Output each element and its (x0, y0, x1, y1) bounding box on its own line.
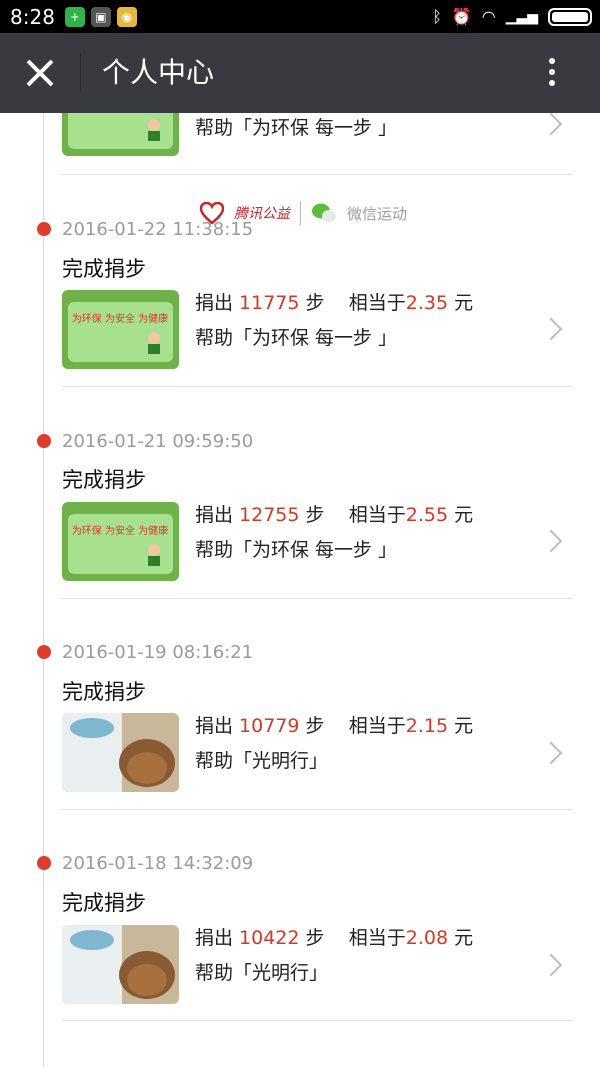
timeline-dot (37, 856, 51, 870)
entry-title: 完成捐步 (62, 257, 146, 281)
amount-value: 2.15 (405, 715, 449, 737)
project-thumbnail[interactable] (62, 925, 179, 1004)
app-notification-icon: + (64, 6, 85, 27)
entry-date: 2016-01-21 09:59:50 (62, 431, 254, 452)
project-thumbnail[interactable] (62, 713, 179, 792)
help-project-text: 帮助「为环保 每一步 」 (195, 327, 398, 349)
signal-icon: ▁▃▅ (505, 8, 538, 25)
help-project-text: 帮助「光明行」 (195, 750, 329, 772)
donation-summary: 捐出 10422 步 相当于2.08 元 (195, 927, 474, 949)
status-bar: 8:28 + ▣ ◉ ᛒ ⏰ ◠ ▁▃▅ (0, 0, 600, 33)
donation-summary: 捐出 11775 步 相当于2.35 元 (195, 292, 474, 314)
project-thumbnail[interactable]: 为环保 为安全 为健康 (62, 290, 179, 369)
project-thumbnail[interactable]: 为环保 为安全 为健康 (62, 502, 179, 581)
steps-value: 10422 (239, 927, 300, 949)
title-bar: 个人中心 (0, 33, 600, 113)
alarm-icon: ⏰ (451, 7, 472, 26)
chevron-right-icon[interactable] (539, 317, 563, 341)
chevron-right-icon[interactable] (539, 529, 563, 553)
divider (62, 386, 573, 387)
timeline-dot (37, 434, 51, 448)
amount-value: 2.55 (405, 504, 449, 526)
more-menu-icon[interactable] (540, 53, 564, 97)
entry-title: 完成捐步 (62, 680, 146, 704)
battery-icon (548, 7, 592, 26)
amount-value: 2.08 (405, 927, 449, 949)
notification-icon: ▣ (90, 6, 111, 27)
help-project-text: 帮助「为环保 每一步 」 (195, 539, 398, 561)
divider (62, 174, 573, 175)
divider (62, 809, 573, 810)
wechat-icon (312, 203, 336, 222)
logo-divider (300, 201, 301, 225)
timeline-dot (37, 222, 51, 236)
entry-date: 2016-01-22 11:38:15 (62, 219, 254, 240)
timeline-dot (37, 645, 51, 659)
help-project-text: 帮助「为环保 每一步 」 (195, 117, 398, 139)
steps-value: 12755 (239, 504, 300, 526)
amount-value: 2.35 (405, 292, 449, 314)
status-time: 8:28 (10, 4, 55, 29)
chevron-right-icon[interactable] (539, 113, 563, 136)
wechat-sport-logo-text: 微信运动 (347, 204, 408, 223)
entry-title: 完成捐步 (62, 891, 146, 915)
project-thumbnail[interactable]: 为环保 为安全 为健康 (62, 113, 179, 156)
donation-timeline[interactable]: 为环保 为安全 为健康 帮助「为环保 每一步 」 腾讯公益 微信运动 2016-… (0, 113, 600, 1067)
svg-text:为环保 为安全 为健康: 为环保 为安全 为健康 (72, 524, 168, 537)
chevron-right-icon[interactable] (539, 741, 563, 765)
map-notification-icon: ◉ (116, 6, 137, 27)
donation-summary: 捐出 12755 步 相当于2.55 元 (195, 504, 474, 526)
divider (62, 598, 573, 599)
chevron-right-icon[interactable] (539, 953, 563, 977)
close-icon[interactable] (22, 53, 58, 93)
svg-text:为环保 为安全 为健康: 为环保 为安全 为健康 (72, 312, 168, 325)
bluetooth-icon: ᛒ (432, 7, 442, 26)
entry-date: 2016-01-18 14:32:09 (62, 853, 254, 874)
page-title: 个人中心 (102, 56, 215, 89)
help-project-text: 帮助「光明行」 (195, 962, 329, 984)
donation-summary: 捐出 10779 步 相当于2.15 元 (195, 715, 474, 737)
steps-value: 10779 (239, 715, 300, 737)
wifi-icon: ◠ (481, 7, 496, 26)
entry-title: 完成捐步 (62, 468, 146, 492)
title-divider (80, 53, 81, 93)
entry-date: 2016-01-19 08:16:21 (62, 642, 254, 663)
divider (62, 1020, 573, 1021)
timeline-line (43, 113, 44, 1067)
steps-value: 11775 (239, 292, 300, 314)
